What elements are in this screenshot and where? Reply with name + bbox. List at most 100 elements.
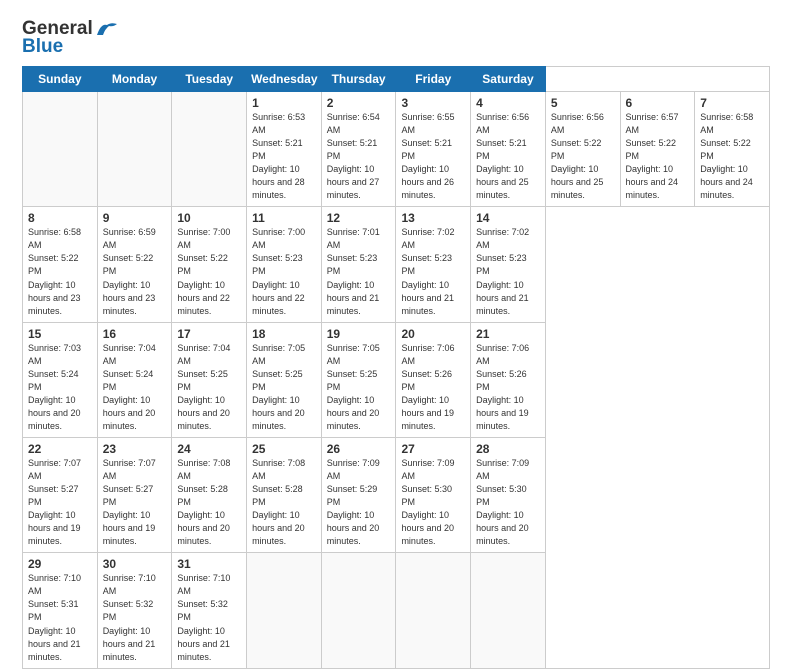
empty-cell: [471, 553, 546, 668]
day-cell-10: 10Sunrise: 7:00 AMSunset: 5:22 PMDayligh…: [172, 207, 247, 322]
day-cell-26: 26 Sunrise: 7:09 AMSunset: 5:29 PMDayligh…: [321, 437, 396, 552]
day-cell-29: 29Sunrise: 7:10 AMSunset: 5:31 PMDayligh…: [23, 553, 98, 668]
day-header-monday: Monday: [97, 67, 172, 92]
day-cell-17: 17 Sunrise: 7:04 AMSunset: 5:25 PMDayligh…: [172, 322, 247, 437]
day-info: Sunrise: 6:58 AMSunset: 5:22 PMDaylight:…: [700, 112, 753, 200]
day-info: Sunrise: 7:07 AMSunset: 5:27 PMDaylight:…: [103, 458, 156, 546]
day-cell-4: 4 Sunrise: 6:56 AMSunset: 5:21 PMDaylight…: [471, 92, 546, 207]
calendar-body: 1 Sunrise: 6:53 AMSunset: 5:21 PMDaylight…: [23, 92, 770, 669]
day-cell-20: 20 Sunrise: 7:06 AMSunset: 5:26 PMDayligh…: [396, 322, 471, 437]
day-info: Sunrise: 7:09 AMSunset: 5:30 PMDaylight:…: [476, 458, 529, 546]
day-info: Sunrise: 6:56 AMSunset: 5:21 PMDaylight:…: [476, 112, 529, 200]
day-cell-5: 5 Sunrise: 6:56 AMSunset: 5:22 PMDaylight…: [545, 92, 620, 207]
day-info: Sunrise: 7:10 AMSunset: 5:32 PMDaylight:…: [103, 573, 156, 661]
day-cell-1: 1 Sunrise: 6:53 AMSunset: 5:21 PMDaylight…: [247, 92, 322, 207]
day-number: 24: [177, 442, 241, 456]
day-cell-15: 15 Sunrise: 7:03 AMSunset: 5:24 PMDayligh…: [23, 322, 98, 437]
day-info: Sunrise: 7:02 AMSunset: 5:23 PMDaylight:…: [476, 227, 529, 315]
day-header-saturday: Saturday: [471, 67, 546, 92]
day-info: Sunrise: 6:58 AMSunset: 5:22 PMDaylight:…: [28, 227, 81, 315]
day-info: Sunrise: 7:06 AMSunset: 5:26 PMDaylight:…: [476, 343, 529, 431]
empty-cell: [23, 92, 98, 207]
day-cell-31: 31Sunrise: 7:10 AMSunset: 5:32 PMDayligh…: [172, 553, 247, 668]
day-info: Sunrise: 7:07 AMSunset: 5:27 PMDaylight:…: [28, 458, 81, 546]
day-info: Sunrise: 6:57 AMSunset: 5:22 PMDaylight:…: [626, 112, 679, 200]
day-header-friday: Friday: [396, 67, 471, 92]
day-header-wednesday: Wednesday: [247, 67, 322, 92]
calendar-table: SundayMondayTuesdayWednesdayThursdayFrid…: [22, 66, 770, 669]
day-cell-6: 6Sunrise: 6:57 AMSunset: 5:22 PMDaylight…: [620, 92, 695, 207]
day-cell-23: 23 Sunrise: 7:07 AMSunset: 5:27 PMDayligh…: [97, 437, 172, 552]
day-number: 18: [252, 327, 316, 341]
day-number: 2: [327, 96, 391, 110]
day-number: 7: [700, 96, 764, 110]
day-cell-2: 2 Sunrise: 6:54 AMSunset: 5:21 PMDaylight…: [321, 92, 396, 207]
empty-cell: [396, 553, 471, 668]
day-info: Sunrise: 7:08 AMSunset: 5:28 PMDaylight:…: [252, 458, 305, 546]
day-number: 11: [252, 211, 316, 225]
day-cell-13: 13Sunrise: 7:02 AMSunset: 5:23 PMDayligh…: [396, 207, 471, 322]
calendar-week-3: 15 Sunrise: 7:03 AMSunset: 5:24 PMDayligh…: [23, 322, 770, 437]
day-number: 16: [103, 327, 167, 341]
empty-cell: [97, 92, 172, 207]
day-cell-25: 25 Sunrise: 7:08 AMSunset: 5:28 PMDayligh…: [247, 437, 322, 552]
day-number: 30: [103, 557, 167, 571]
day-cell-21: 21 Sunrise: 7:06 AMSunset: 5:26 PMDayligh…: [471, 322, 546, 437]
day-info: Sunrise: 7:04 AMSunset: 5:25 PMDaylight:…: [177, 343, 230, 431]
day-cell-27: 27Sunrise: 7:09 AMSunset: 5:30 PMDayligh…: [396, 437, 471, 552]
day-number: 23: [103, 442, 167, 456]
day-cell-24: 24 Sunrise: 7:08 AMSunset: 5:28 PMDayligh…: [172, 437, 247, 552]
empty-cell: [321, 553, 396, 668]
day-number: 3: [401, 96, 465, 110]
day-number: 25: [252, 442, 316, 456]
day-info: Sunrise: 7:09 AMSunset: 5:29 PMDaylight:…: [327, 458, 380, 546]
day-header-sunday: Sunday: [23, 67, 98, 92]
day-info: Sunrise: 7:09 AMSunset: 5:30 PMDaylight:…: [401, 458, 454, 546]
day-number: 1: [252, 96, 316, 110]
day-cell-8: 8 Sunrise: 6:58 AMSunset: 5:22 PMDaylight…: [23, 207, 98, 322]
day-number: 29: [28, 557, 92, 571]
logo: General Blue: [22, 18, 117, 58]
day-number: 8: [28, 211, 92, 225]
day-header-thursday: Thursday: [321, 67, 396, 92]
calendar-week-4: 22 Sunrise: 7:07 AMSunset: 5:27 PMDayligh…: [23, 437, 770, 552]
day-cell-11: 11 Sunrise: 7:00 AMSunset: 5:23 PMDayligh…: [247, 207, 322, 322]
day-info: Sunrise: 7:06 AMSunset: 5:26 PMDaylight:…: [401, 343, 454, 431]
day-number: 14: [476, 211, 540, 225]
day-cell-28: 28Sunrise: 7:09 AMSunset: 5:30 PMDayligh…: [471, 437, 546, 552]
header: General Blue: [22, 18, 770, 58]
day-info: Sunrise: 7:03 AMSunset: 5:24 PMDaylight:…: [28, 343, 81, 431]
day-number: 10: [177, 211, 241, 225]
day-info: Sunrise: 6:53 AMSunset: 5:21 PMDaylight:…: [252, 112, 305, 200]
day-number: 15: [28, 327, 92, 341]
day-info: Sunrise: 7:04 AMSunset: 5:24 PMDaylight:…: [103, 343, 156, 431]
day-cell-12: 12Sunrise: 7:01 AMSunset: 5:23 PMDayligh…: [321, 207, 396, 322]
day-info: Sunrise: 6:55 AMSunset: 5:21 PMDaylight:…: [401, 112, 454, 200]
day-number: 22: [28, 442, 92, 456]
day-cell-16: 16 Sunrise: 7:04 AMSunset: 5:24 PMDayligh…: [97, 322, 172, 437]
day-cell-9: 9Sunrise: 6:59 AMSunset: 5:22 PMDaylight…: [97, 207, 172, 322]
calendar-week-5: 29Sunrise: 7:10 AMSunset: 5:31 PMDayligh…: [23, 553, 770, 668]
day-cell-19: 19Sunrise: 7:05 AMSunset: 5:25 PMDayligh…: [321, 322, 396, 437]
day-info: Sunrise: 6:54 AMSunset: 5:21 PMDaylight:…: [327, 112, 380, 200]
logo-bird-icon: [95, 21, 117, 37]
day-number: 4: [476, 96, 540, 110]
day-cell-30: 30 Sunrise: 7:10 AMSunset: 5:32 PMDayligh…: [97, 553, 172, 668]
day-cell-14: 14 Sunrise: 7:02 AMSunset: 5:23 PMDayligh…: [471, 207, 546, 322]
empty-cell: [247, 553, 322, 668]
day-number: 26: [327, 442, 391, 456]
day-number: 21: [476, 327, 540, 341]
day-number: 19: [327, 327, 391, 341]
day-cell-18: 18Sunrise: 7:05 AMSunset: 5:25 PMDayligh…: [247, 322, 322, 437]
day-info: Sunrise: 7:08 AMSunset: 5:28 PMDaylight:…: [177, 458, 230, 546]
day-info: Sunrise: 7:00 AMSunset: 5:23 PMDaylight:…: [252, 227, 305, 315]
day-number: 31: [177, 557, 241, 571]
day-info: Sunrise: 7:01 AMSunset: 5:23 PMDaylight:…: [327, 227, 380, 315]
day-number: 17: [177, 327, 241, 341]
day-info: Sunrise: 6:56 AMSunset: 5:22 PMDaylight:…: [551, 112, 604, 200]
day-header-tuesday: Tuesday: [172, 67, 247, 92]
day-number: 5: [551, 96, 615, 110]
calendar-week-1: 1 Sunrise: 6:53 AMSunset: 5:21 PMDaylight…: [23, 92, 770, 207]
day-number: 20: [401, 327, 465, 341]
day-info: Sunrise: 7:02 AMSunset: 5:23 PMDaylight:…: [401, 227, 454, 315]
